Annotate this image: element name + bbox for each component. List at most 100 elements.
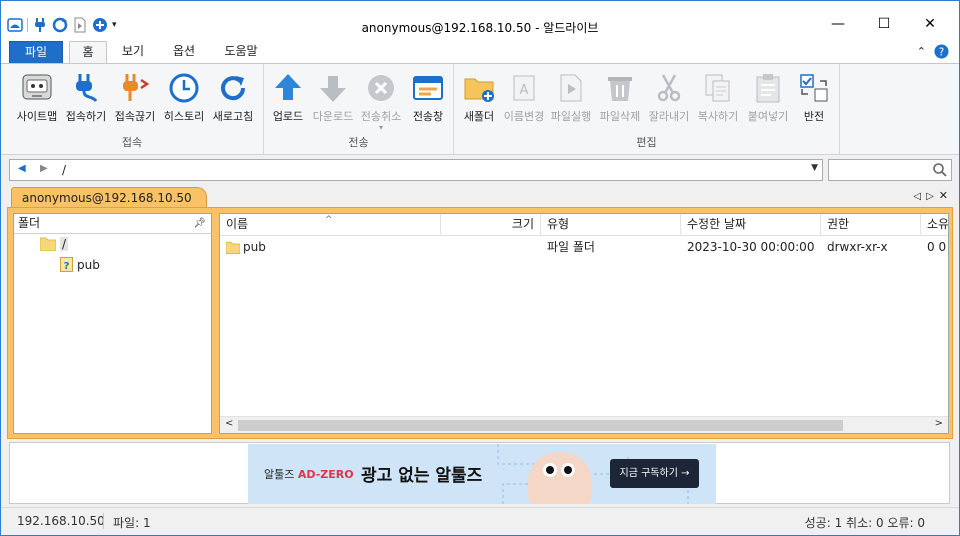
- new-folder-label: 새폴더: [463, 110, 495, 123]
- column-header-modified[interactable]: 수정한 날짜: [681, 214, 821, 236]
- column-header-size[interactable]: 크기: [441, 214, 541, 236]
- tab-view[interactable]: 보기: [113, 41, 153, 64]
- close-button[interactable]: ✕: [907, 9, 953, 39]
- session-panel: 폴더 📌︎ / ? pub 이름 ^ 크기 유형 수정한 날짜 권한 소유 pu…: [7, 207, 953, 439]
- table-row[interactable]: pub 파일 폴더 2023-10-30 00:00:00 drwxr-xr-x…: [220, 237, 948, 257]
- file-list-header: 이름 ^ 크기 유형 수정한 날짜 권한 소유: [220, 214, 948, 236]
- upload-button[interactable]: 업로드: [268, 72, 308, 132]
- tab-file[interactable]: 파일: [9, 41, 63, 64]
- run-file-icon: [560, 74, 582, 102]
- search-icon[interactable]: [932, 162, 948, 178]
- search-input[interactable]: [828, 159, 952, 181]
- site-map-icon: [22, 74, 52, 100]
- cut-label: 잘라내기: [648, 110, 690, 123]
- new-folder-button[interactable]: 새폴더: [458, 72, 500, 132]
- file-name: pub: [243, 240, 266, 254]
- rename-button[interactable]: A 이름변경: [502, 72, 546, 132]
- run-file-label: 파일실행: [550, 110, 592, 123]
- ad-brand-name: 알툴즈: [264, 468, 295, 481]
- folder-pane-header: 폴더 📌︎: [14, 214, 211, 234]
- tree-node-pub[interactable]: ? pub: [60, 257, 100, 272]
- cell-permissions: drwxr-xr-x: [827, 240, 888, 254]
- ribbon-group-transfer: 업로드 다운로드 전송취소 ▾ 전송창 전송: [264, 64, 454, 154]
- scissors-icon: [657, 74, 681, 102]
- refresh-large-icon: [221, 76, 246, 101]
- copy-button[interactable]: 복사하기: [694, 72, 742, 132]
- tab-scroll-right-icon[interactable]: ▷: [926, 191, 939, 202]
- connect-button[interactable]: 접속하기: [63, 72, 109, 132]
- rename-icon: A: [513, 75, 535, 101]
- tab-help[interactable]: 도움말: [215, 41, 267, 64]
- address-path[interactable]: /: [62, 163, 66, 177]
- column-header-type[interactable]: 유형: [541, 214, 681, 236]
- upload-arrow-icon: [275, 74, 301, 100]
- cut-button[interactable]: 잘라내기: [646, 72, 692, 132]
- cancel-transfer-button[interactable]: 전송취소 ▾: [358, 72, 404, 132]
- tab-options[interactable]: 옵션: [164, 41, 204, 64]
- clock-icon: [169, 73, 199, 103]
- back-arrow-icon[interactable]: ◀: [18, 163, 26, 174]
- paste-button[interactable]: 붙여넣기: [744, 72, 792, 132]
- scrollbar-thumb[interactable]: [238, 420, 843, 431]
- session-tab[interactable]: anonymous@192.168.10.50: [11, 187, 207, 209]
- ribbon-tab-bar: 파일 홈 보기 옵션 도움말 ⌃ ?: [1, 39, 959, 65]
- cell-modified: 2023-10-30 00:00:00: [687, 240, 815, 254]
- download-button[interactable]: 다운로드: [310, 72, 356, 132]
- invert-selection-button[interactable]: 반전: [794, 72, 834, 132]
- minimize-button[interactable]: —: [815, 9, 861, 39]
- unplug-icon: [123, 74, 150, 101]
- tab-home[interactable]: 홈: [69, 41, 107, 65]
- upload-label: 업로드: [272, 110, 304, 123]
- ribbon-group-connect: 사이트맵 접속하기 접속끊기 히스토리 새로고침 접속: [1, 64, 264, 154]
- delete-file-label: 파일삭제: [599, 110, 641, 123]
- ad-brand: 알툴즈 AD-ZERO: [264, 466, 354, 482]
- ad-banner[interactable]: 알툴즈 AD-ZERO 광고 없는 알툴즈 지금 구독하기 →: [248, 444, 716, 504]
- unknown-folder-icon: ?: [60, 257, 73, 272]
- ad-subscribe-button[interactable]: 지금 구독하기 →: [610, 459, 699, 488]
- mascot-eyes-icon: [543, 463, 575, 477]
- tree-node-label: /: [60, 237, 69, 251]
- scroll-left-icon[interactable]: <: [225, 418, 233, 429]
- column-header-name[interactable]: 이름 ^: [220, 214, 441, 236]
- column-header-owner[interactable]: 소유: [921, 214, 948, 236]
- ribbon-group-edit: 새폴더 A 이름변경 파일실행 파일삭제 잘라내기 복사하기 붙여넣기 반전 편…: [454, 64, 840, 154]
- download-arrow-icon: [320, 76, 346, 102]
- collapse-ribbon-icon[interactable]: ⌃: [917, 45, 926, 58]
- cancel-dropdown-icon[interactable]: ▾: [358, 124, 404, 132]
- tree-node-label: pub: [77, 257, 100, 272]
- site-map-button[interactable]: 사이트맵: [13, 72, 61, 132]
- help-icon[interactable]: ?: [934, 44, 949, 59]
- maximize-button[interactable]: ☐: [861, 9, 907, 39]
- paste-label: 붙여넣기: [747, 110, 789, 123]
- ad-brand-accent: AD-ZERO: [297, 468, 354, 481]
- pin-icon[interactable]: 📌︎: [193, 214, 206, 233]
- plug-icon: [76, 74, 98, 102]
- delete-file-button[interactable]: 파일삭제: [596, 72, 644, 132]
- history-button[interactable]: 히스토리: [161, 72, 207, 132]
- transfer-window-icon: [413, 76, 443, 100]
- ad-mascot-icon: [528, 452, 592, 504]
- status-divider: [103, 513, 104, 529]
- column-header-permissions[interactable]: 권한: [821, 214, 921, 236]
- address-bar[interactable]: ◀ ▶ / ▼: [9, 159, 823, 181]
- tab-scroll-left-icon[interactable]: ◁: [913, 191, 926, 202]
- history-label: 히스토리: [163, 110, 205, 123]
- rename-label: 이름변경: [503, 110, 545, 123]
- refresh-button[interactable]: 새로고침: [209, 72, 257, 132]
- disconnect-button[interactable]: 접속끊기: [111, 72, 159, 132]
- tree-node-root[interactable]: /: [40, 237, 69, 251]
- cancel-transfer-label: 전송취소: [360, 110, 402, 123]
- address-dropdown-icon[interactable]: ▼: [811, 163, 818, 173]
- run-file-button[interactable]: 파일실행: [548, 72, 594, 132]
- transfer-window-label: 전송창: [412, 110, 444, 123]
- forward-arrow-icon[interactable]: ▶: [40, 163, 48, 174]
- copy-icon: [705, 74, 730, 102]
- status-file-count: 파일: 1: [113, 516, 151, 530]
- tab-close-icon[interactable]: ✕: [939, 189, 953, 202]
- transfer-window-button[interactable]: 전송창: [406, 72, 450, 132]
- file-list-pane: 이름 ^ 크기 유형 수정한 날짜 권한 소유 pub 파일 폴더 2023-1…: [219, 213, 949, 434]
- horizontal-scrollbar[interactable]: < >: [220, 416, 948, 433]
- cell-name: pub: [226, 237, 438, 257]
- scroll-right-icon[interactable]: >: [935, 418, 943, 429]
- folder-icon: [226, 241, 240, 254]
